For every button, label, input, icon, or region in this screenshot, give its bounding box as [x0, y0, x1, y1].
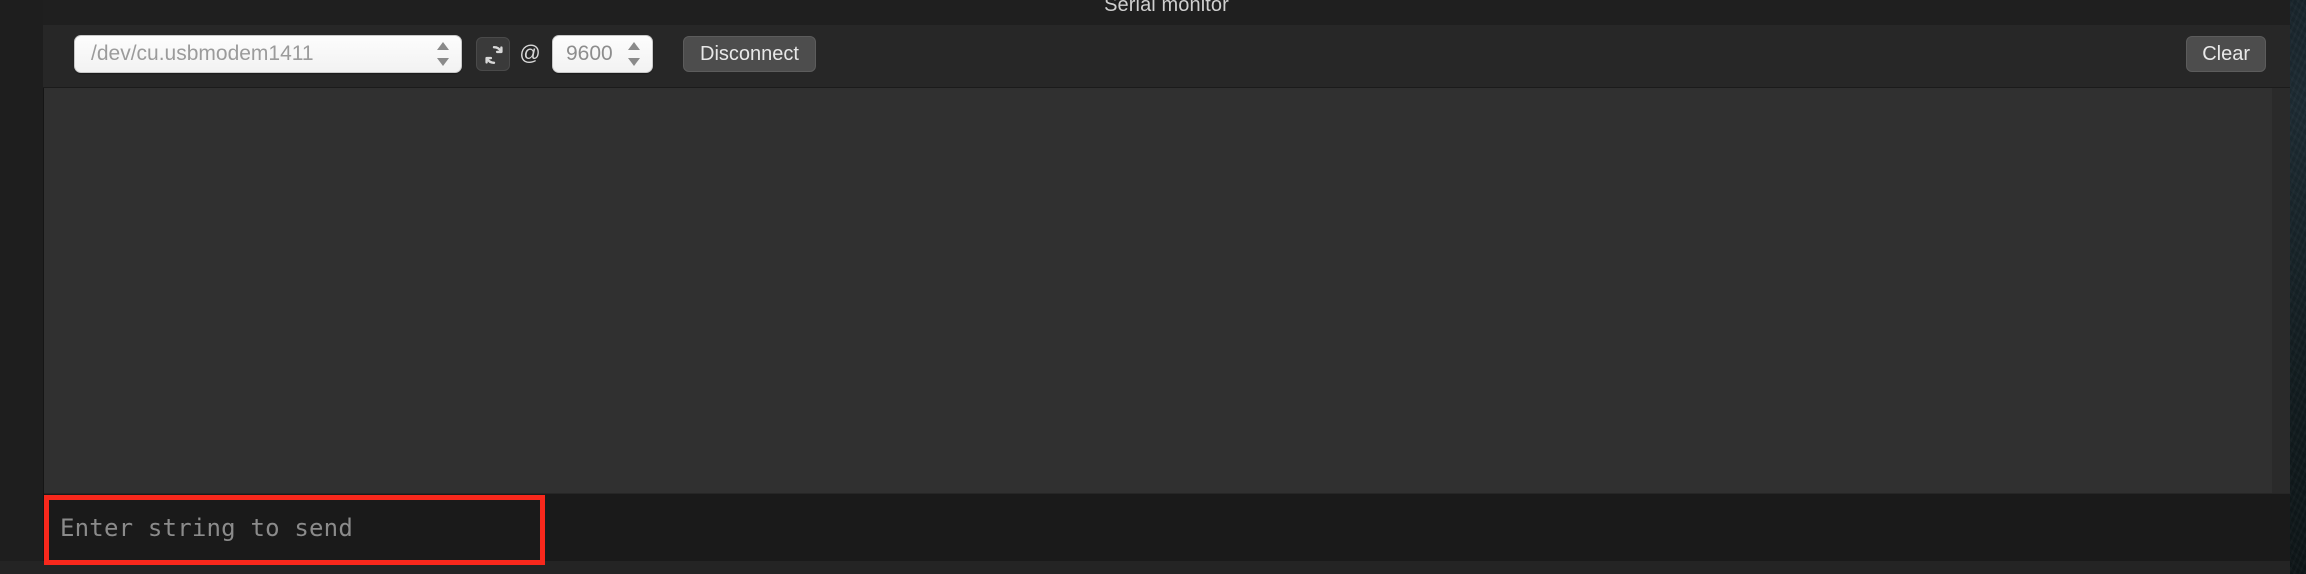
baud-rate-value: 9600: [566, 42, 613, 65]
disconnect-button[interactable]: Disconnect: [683, 36, 816, 72]
serial-console: [44, 88, 2290, 493]
baud-select-stepper-icon[interactable]: [628, 40, 641, 68]
chevron-up-icon: [628, 42, 640, 50]
panel-titlebar: Serial monitor: [43, 0, 2290, 25]
chevron-down-icon: [628, 58, 640, 66]
console-output-text: [44, 88, 2272, 493]
ide-status-strip: [0, 561, 2290, 574]
chevron-down-icon: [437, 58, 449, 66]
refresh-icon: [485, 46, 503, 64]
serial-monitor-window: Serial monitor /dev/cu.usbmodem1411 @ 96…: [0, 0, 2290, 574]
port-select[interactable]: /dev/cu.usbmodem1411: [74, 35, 462, 73]
clear-button[interactable]: Clear: [2186, 36, 2266, 72]
chevron-up-icon: [437, 42, 449, 50]
port-select-stepper-icon[interactable]: [437, 40, 450, 68]
refresh-ports-button[interactable]: [476, 37, 510, 71]
page-title: Serial monitor: [1104, 0, 1229, 16]
console-scrollbar[interactable]: [2272, 88, 2290, 493]
send-input[interactable]: Enter string to send: [44, 494, 2290, 562]
send-bar: Enter string to send: [44, 493, 2290, 562]
ide-left-gutter: [0, 0, 44, 574]
at-symbol-label: @: [519, 42, 541, 65]
serial-toolbar: /dev/cu.usbmodem1411 @ 9600 Disconnect C…: [43, 25, 2290, 88]
baud-rate-select[interactable]: 9600: [552, 35, 653, 73]
port-select-value: /dev/cu.usbmodem1411: [91, 42, 314, 65]
